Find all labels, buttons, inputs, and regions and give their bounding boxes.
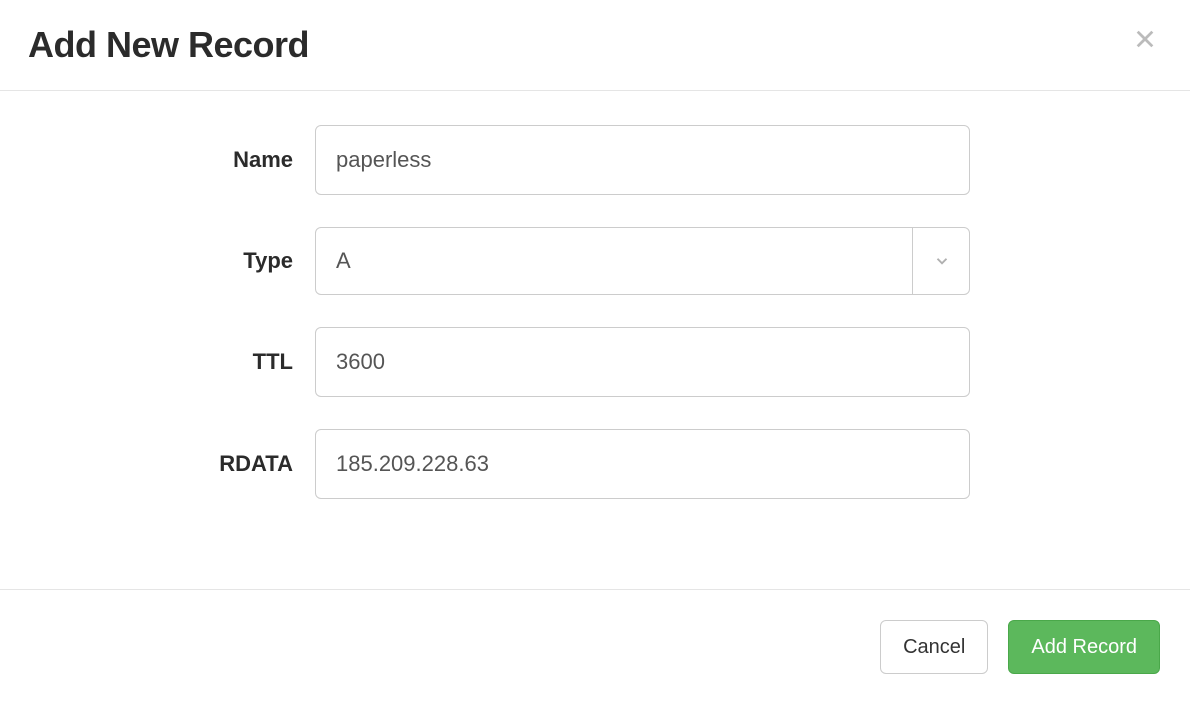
ttl-label: TTL [0, 349, 315, 375]
type-label: Type [0, 248, 315, 274]
ttl-input[interactable] [315, 327, 970, 397]
form-row-name: Name [0, 125, 1190, 195]
rdata-input[interactable] [315, 429, 970, 499]
type-select[interactable]: A [315, 227, 970, 295]
rdata-label: RDATA [0, 451, 315, 477]
modal-header: Add New Record [0, 0, 1190, 91]
name-input[interactable] [315, 125, 970, 195]
form-row-ttl: TTL [0, 327, 1190, 397]
add-record-modal: Add New Record Name Type A TTL [0, 0, 1190, 704]
add-record-button[interactable]: Add Record [1008, 620, 1160, 674]
modal-title: Add New Record [28, 24, 309, 66]
form-row-rdata: RDATA [0, 429, 1190, 499]
name-label: Name [0, 147, 315, 173]
cancel-button[interactable]: Cancel [880, 620, 988, 674]
form-row-type: Type A [0, 227, 1190, 295]
modal-body: Name Type A TTL RDATA [0, 91, 1190, 589]
close-icon[interactable] [1134, 24, 1162, 55]
modal-footer: Cancel Add Record [0, 589, 1190, 704]
type-select-wrap: A [315, 227, 970, 295]
